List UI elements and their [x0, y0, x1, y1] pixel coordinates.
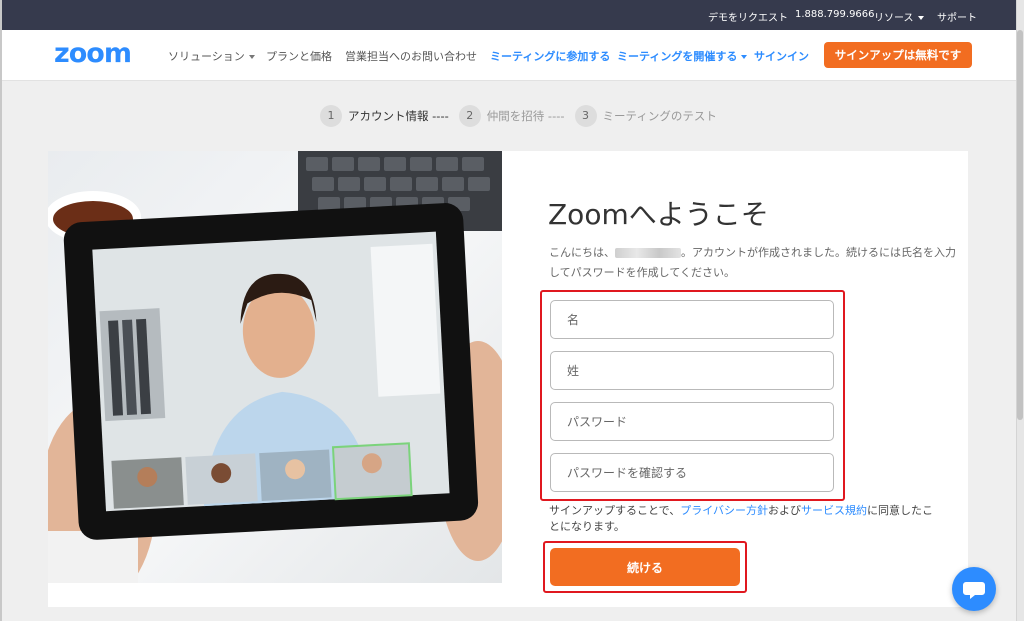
- step-label: 仲間を招待 ----: [486, 109, 565, 123]
- redacted-email: [615, 248, 681, 258]
- hero-photo: [48, 151, 502, 583]
- plans-link[interactable]: プランと価格: [266, 48, 332, 64]
- password-input[interactable]: [550, 402, 834, 441]
- host-meeting-menu[interactable]: ミーティングを開催する: [617, 48, 748, 64]
- continue-button-highlight: 続ける: [543, 541, 747, 593]
- solutions-menu[interactable]: ソリューション: [168, 48, 255, 64]
- signup-form-highlight: [540, 290, 845, 501]
- terms-of-service-link[interactable]: サービス規約: [801, 504, 867, 517]
- join-meeting-link[interactable]: ミーティングに参加する: [490, 48, 610, 64]
- terms-notice: サインアップすることで、プライバシー方針およびサービス規約に同意したことになりま…: [549, 503, 939, 535]
- signup-steps: 1 アカウント情報 ---- 2 仲間を招待 ---- 3 ミーティングのテスト: [320, 104, 727, 128]
- host-meeting-label: ミーティングを開催する: [617, 50, 738, 63]
- resources-menu[interactable]: リソース: [874, 9, 924, 24]
- welcome-text-before: こんにちは、: [549, 246, 615, 259]
- solutions-label: ソリューション: [168, 50, 245, 63]
- support-link[interactable]: サポート: [937, 9, 977, 24]
- contact-sales-link[interactable]: 営業担当へのお問い合わせ: [345, 48, 477, 64]
- scrollbar[interactable]: [1016, 0, 1024, 621]
- chat-button[interactable]: [952, 567, 996, 611]
- step-label: ミーティングのテスト: [602, 109, 717, 123]
- signup-card: Zoomへようこそ こんにちは、 。アカウントが作成されました。続けるには氏名を入…: [48, 151, 968, 607]
- step-number: 2: [458, 105, 481, 127]
- step-invite-colleagues: 2 仲間を招待 ----: [458, 105, 565, 127]
- step-number: 1: [320, 105, 342, 127]
- chevron-down-icon: [248, 55, 255, 59]
- terms-middle: および: [768, 504, 802, 517]
- demo-request-link[interactable]: デモをリクエスト: [708, 9, 788, 24]
- sign-in-link[interactable]: サインイン: [754, 48, 809, 64]
- chevron-down-icon: [741, 55, 748, 59]
- confirm-password-input[interactable]: [550, 453, 834, 492]
- scrollbar-thumb[interactable]: [1017, 30, 1023, 420]
- step-test-meeting: 3 ミーティングのテスト: [574, 105, 717, 127]
- welcome-message: こんにちは、 。アカウントが作成されました。続けるには氏名を入力してパスワードを作…: [549, 243, 964, 283]
- phone-link[interactable]: 1.888.799.9666: [795, 9, 875, 20]
- chat-bubble-icon: [963, 582, 985, 599]
- zoom-logo[interactable]: zoom: [54, 38, 132, 69]
- main-nav: zoom ソリューション プランと価格 営業担当へのお問い合わせ ミーティングに…: [2, 30, 1016, 81]
- step-label: アカウント情報 ----: [348, 109, 449, 123]
- last-name-input[interactable]: [550, 351, 834, 390]
- welcome-title: Zoomへようこそ: [548, 198, 769, 231]
- window-border-left: [0, 0, 2, 621]
- continue-button[interactable]: 続ける: [550, 548, 740, 586]
- first-name-input[interactable]: [550, 300, 834, 339]
- step-account-info: 1 アカウント情報 ----: [320, 105, 449, 127]
- top-utility-bar: デモをリクエスト 1.888.799.9666 リソース サポート: [2, 0, 1016, 30]
- tablet-video-call-illustration: [48, 151, 502, 583]
- resources-label: リソース: [874, 13, 914, 24]
- step-number: 3: [574, 105, 597, 127]
- chevron-down-icon: [917, 16, 924, 20]
- terms-prefix: サインアップすることで、: [549, 504, 681, 517]
- privacy-policy-link[interactable]: プライバシー方針: [680, 504, 768, 517]
- sign-up-free-button[interactable]: サインアップは無料です: [824, 42, 972, 68]
